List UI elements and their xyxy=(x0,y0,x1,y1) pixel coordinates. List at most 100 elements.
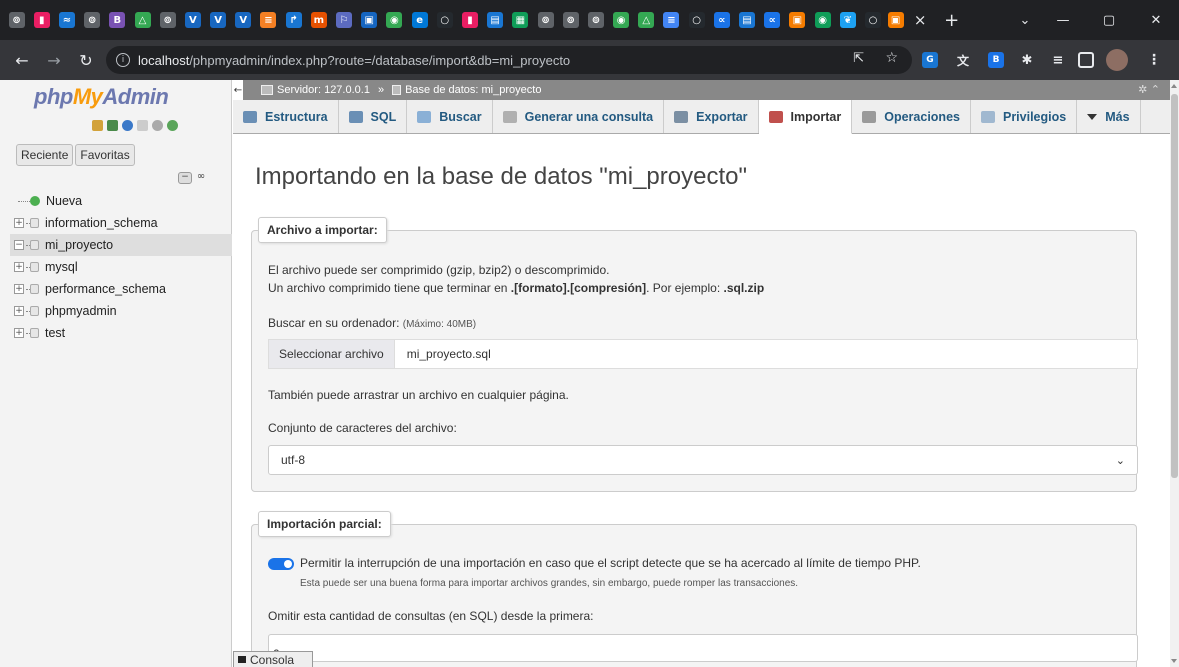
chrome-icon-2[interactable]: ◉ xyxy=(386,12,403,28)
bookmark-star-icon[interactable]: ☆ xyxy=(885,50,898,66)
tree-item[interactable]: + test xyxy=(14,322,232,344)
b-extension-icon[interactable]: B xyxy=(988,52,1004,68)
tab-m-s[interactable]: Más xyxy=(1077,100,1141,133)
expand-icon[interactable]: + xyxy=(14,306,24,316)
app-icon-7[interactable]: ▣ xyxy=(361,12,378,28)
drive-icon[interactable]: △ xyxy=(134,12,151,28)
page-scrollbar[interactable] xyxy=(1170,80,1179,667)
reading-list-icon[interactable]: ≡ xyxy=(1050,52,1066,68)
app-icon-10[interactable]: ⊚ xyxy=(537,12,554,28)
chrome-icon-3[interactable]: ◉ xyxy=(613,12,630,28)
scroll-up-icon[interactable] xyxy=(1171,84,1177,88)
select-file-button[interactable]: Seleccionar archivo xyxy=(269,340,395,368)
profile-avatar[interactable] xyxy=(1106,49,1128,71)
app-icon-16[interactable]: ▣ xyxy=(789,12,806,28)
tree-item[interactable]: + information_schema xyxy=(14,212,232,234)
app-icon-13[interactable]: ∝ xyxy=(713,12,730,28)
tab-exportar[interactable]: Exportar xyxy=(664,100,759,133)
reload-nav-icon[interactable] xyxy=(167,120,178,131)
vuetify-icon[interactable]: V xyxy=(184,12,201,28)
extensions-puzzle-icon[interactable]: ✱ xyxy=(1019,52,1035,68)
link-icon[interactable]: ∞ xyxy=(194,172,208,184)
drive-icon-2[interactable]: △ xyxy=(638,12,655,28)
favorites-tab[interactable]: Favoritas xyxy=(75,144,135,166)
logout-icon[interactable] xyxy=(107,120,118,131)
tab-sql[interactable]: SQL xyxy=(339,100,408,133)
forward-arrow-icon[interactable]: → xyxy=(42,48,66,72)
back-arrow-icon[interactable]: ← xyxy=(10,48,34,72)
app-icon-9[interactable]: ▤ xyxy=(487,12,504,28)
flag-icon[interactable]: ⚐ xyxy=(336,12,353,28)
side-panel-icon[interactable] xyxy=(1078,52,1094,68)
active-tab-icon[interactable]: ▣ xyxy=(887,12,904,28)
share-icon[interactable]: ⇱ xyxy=(853,51,864,66)
skip-queries-input[interactable]: 0 xyxy=(268,634,1138,662)
app-icon-8[interactable]: ▮ xyxy=(461,12,478,28)
allow-interrupt-label[interactable]: Permitir la interrupción de una importac… xyxy=(300,556,921,570)
home-icon[interactable] xyxy=(92,120,103,131)
reader-extension-icon[interactable]: 文 xyxy=(955,52,971,68)
vuetify-icon-3[interactable]: V xyxy=(235,12,252,28)
page-settings-icon[interactable]: ✲ ⌃ xyxy=(1138,83,1160,96)
settings-icon[interactable] xyxy=(152,120,163,131)
tree-item[interactable]: + performance_schema xyxy=(14,278,232,300)
vuetify-icon-2[interactable]: V xyxy=(210,12,227,28)
collapse-all-icon[interactable]: − xyxy=(178,172,192,184)
github-icon[interactable]: ○ xyxy=(436,12,453,28)
allow-interrupt-toggle[interactable] xyxy=(268,558,294,570)
minimize-icon[interactable]: — xyxy=(1040,0,1086,40)
menu-kebab-icon[interactable]: ⋮ xyxy=(1146,52,1162,68)
app-icon-14[interactable]: ▤ xyxy=(739,12,756,28)
tab-generar-una-consulta[interactable]: Generar una consulta xyxy=(493,100,665,133)
expand-icon[interactable]: + xyxy=(14,262,24,272)
file-input[interactable]: Seleccionar archivo mi_proyecto.sql xyxy=(268,339,1138,369)
tree-item[interactable]: − mi_proyecto xyxy=(10,234,232,256)
app-icon-17[interactable]: ◉ xyxy=(814,12,831,28)
expand-icon[interactable]: + xyxy=(14,218,24,228)
breadcrumb-database[interactable]: Base de datos: mi_proyecto xyxy=(405,84,541,96)
expand-icon[interactable]: + xyxy=(14,284,24,294)
tree-item[interactable]: + phpmyadmin xyxy=(14,300,232,322)
collapse-nav-icon[interactable]: ← xyxy=(233,80,243,100)
app-icon-15[interactable]: ∝ xyxy=(764,12,781,28)
app-icon-4[interactable]: ⊚ xyxy=(159,12,176,28)
scroll-down-icon[interactable] xyxy=(1171,659,1177,663)
sheets-icon[interactable]: ▦ xyxy=(512,12,529,28)
phpmyadmin-logo[interactable]: phpMyAdmin xyxy=(34,84,169,110)
scroll-thumb[interactable] xyxy=(1171,94,1178,478)
stack-icon[interactable]: ≡ xyxy=(260,12,277,28)
app-icon-6[interactable]: m xyxy=(310,12,327,28)
app-icon-12[interactable]: ⊚ xyxy=(587,12,604,28)
breadcrumb-server[interactable]: Servidor: 127.0.0.1 xyxy=(277,84,370,96)
tab-privilegios[interactable]: Privilegios xyxy=(971,100,1078,133)
maximize-icon[interactable]: ▢ xyxy=(1086,0,1132,40)
github-icon-2[interactable]: ○ xyxy=(688,12,705,28)
tab-buscar[interactable]: Buscar xyxy=(407,100,493,133)
chrome-icon[interactable]: ⊚ xyxy=(8,12,25,28)
app-icon-1[interactable]: ▮ xyxy=(33,12,50,28)
help-icon[interactable] xyxy=(122,120,133,131)
github-icon-3[interactable]: ○ xyxy=(864,12,881,28)
translate-extension-icon[interactable]: G xyxy=(922,52,938,68)
docs-icon[interactable]: ≡ xyxy=(663,12,680,28)
close-tab-icon[interactable]: × xyxy=(912,11,928,29)
recent-tab[interactable]: Reciente xyxy=(16,144,74,166)
twitter-icon[interactable]: ❦ xyxy=(839,12,856,28)
app-icon-5[interactable]: ↱ xyxy=(285,12,302,28)
address-bar[interactable]: i localhost/phpmyadmin/index.php?route=/… xyxy=(106,46,912,74)
app-icon-3[interactable]: ⊚ xyxy=(84,12,101,28)
close-window-icon[interactable]: ✕ xyxy=(1133,0,1179,40)
expand-icon[interactable]: + xyxy=(14,328,24,338)
docs-icon[interactable] xyxy=(137,120,148,131)
tree-item[interactable]: + mysql xyxy=(14,256,232,278)
app-icon-2[interactable]: ≈ xyxy=(58,12,75,28)
site-info-icon[interactable]: i xyxy=(116,53,130,67)
tab-operaciones[interactable]: Operaciones xyxy=(852,100,971,133)
tree-item[interactable]: Nueva xyxy=(14,190,232,212)
tab-importar[interactable]: Importar xyxy=(758,100,853,134)
charset-select[interactable]: utf-8 ⌄ xyxy=(268,445,1138,475)
bootstrap-icon[interactable]: B xyxy=(109,12,126,28)
collapse-icon[interactable]: − xyxy=(14,240,24,250)
new-tab-button[interactable]: + xyxy=(944,10,959,31)
edge-icon[interactable]: e xyxy=(411,12,428,28)
